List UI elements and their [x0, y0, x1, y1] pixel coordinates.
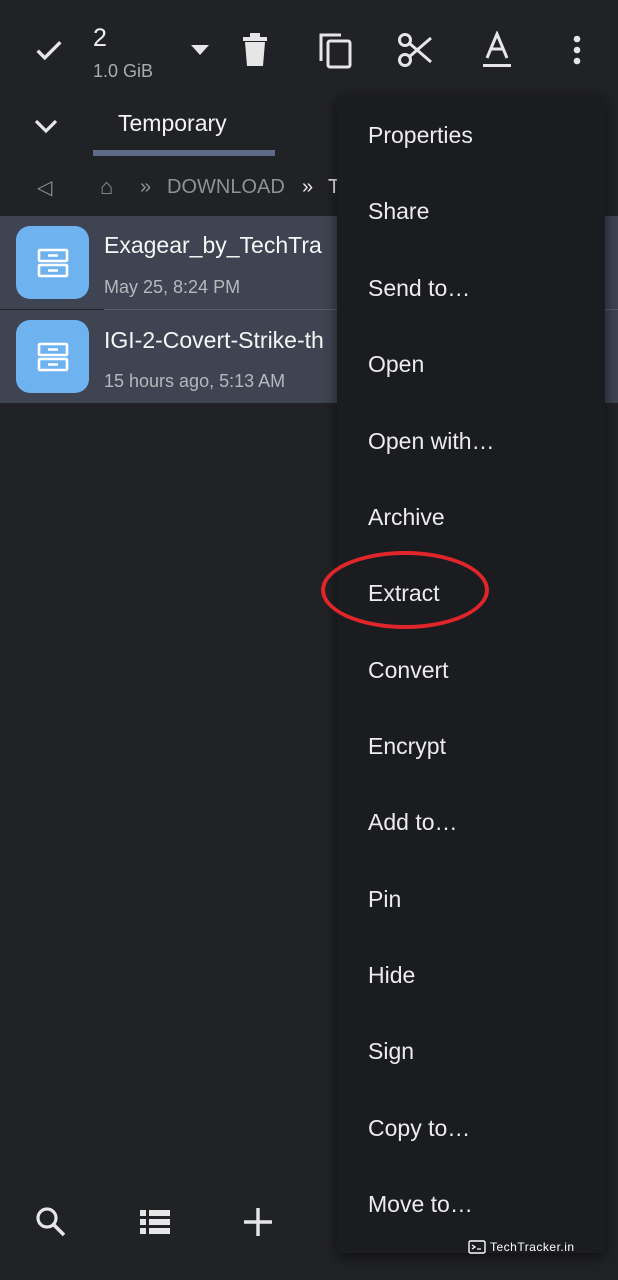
watermark-logo-icon: [468, 1240, 486, 1254]
menu-item-archive[interactable]: Archive: [337, 479, 605, 555]
menu-item-pin[interactable]: Pin: [337, 861, 605, 937]
menu-item-properties[interactable]: Properties: [337, 97, 605, 173]
dropdown-icon[interactable]: [176, 26, 224, 74]
breadcrumb-download[interactable]: DOWNLOAD: [167, 172, 285, 202]
breadcrumb-separator: »: [140, 175, 152, 198]
menu-item-send-to[interactable]: Send to…: [337, 250, 605, 326]
menu-item-sign[interactable]: Sign: [337, 1013, 605, 1089]
home-icon[interactable]: ⌂: [100, 172, 113, 202]
watermark-text: TechTracker.in: [490, 1240, 575, 1254]
tab-temporary[interactable]: Temporary: [118, 110, 227, 137]
menu-item-open-with[interactable]: Open with…: [337, 403, 605, 479]
menu-item-share[interactable]: Share: [337, 173, 605, 249]
file-date: 15 hours ago, 5:13 AM: [104, 371, 286, 391]
copy-icon[interactable]: [311, 26, 359, 74]
active-tab-indicator: [93, 150, 275, 156]
file-date: May 25, 8:24 PM: [104, 277, 241, 297]
archive-file-icon: [16, 226, 89, 299]
breadcrumb-separator: »: [302, 175, 314, 198]
check-icon[interactable]: [25, 26, 73, 74]
menu-item-open[interactable]: Open: [337, 326, 605, 402]
extract-highlight-annotation: [321, 551, 489, 629]
file-name: IGI-2-Covert-Strike-th: [104, 327, 324, 353]
action-bar: 2 1.0 GiB: [0, 0, 618, 100]
selection-size: 1.0 GiB: [93, 61, 154, 81]
context-menu: Properties Share Send to… Open Open with…: [337, 95, 605, 1253]
menu-item-convert[interactable]: Convert: [337, 632, 605, 708]
menu-item-hide[interactable]: Hide: [337, 937, 605, 1013]
watermark: TechTracker.in: [468, 1238, 575, 1256]
rename-icon[interactable]: [473, 26, 521, 74]
chevron-down-icon[interactable]: [32, 116, 60, 136]
more-icon[interactable]: [553, 26, 601, 74]
list-view-icon[interactable]: [133, 1200, 177, 1244]
archive-file-icon: [16, 320, 89, 393]
menu-item-move-to[interactable]: Move to…: [337, 1166, 605, 1242]
menu-item-encrypt[interactable]: Encrypt: [337, 708, 605, 784]
delete-icon[interactable]: [231, 26, 279, 74]
back-arrow-icon[interactable]: ◁: [37, 172, 52, 202]
menu-item-copy-to[interactable]: Copy to…: [337, 1090, 605, 1166]
add-icon[interactable]: [236, 1200, 280, 1244]
cut-icon[interactable]: [392, 26, 440, 74]
search-icon[interactable]: [29, 1200, 73, 1244]
menu-item-add-to[interactable]: Add to…: [337, 784, 605, 860]
file-name: Exagear_by_TechTra: [104, 232, 322, 258]
selection-count: 2: [93, 24, 107, 52]
